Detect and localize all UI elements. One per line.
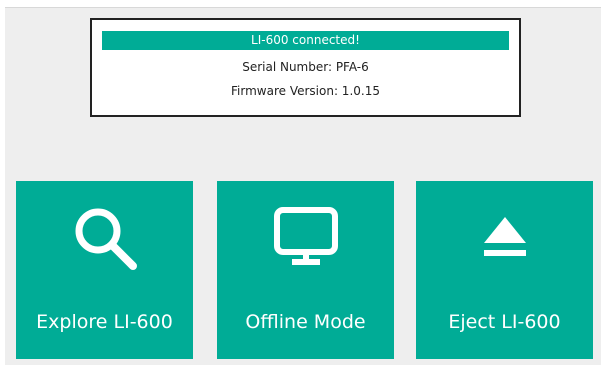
monitor-icon [217,203,394,273]
offline-mode-label: Offline Mode [245,311,366,333]
search-icon [16,203,193,273]
connection-status-banner: LI-600 connected! [102,31,509,50]
serial-number-text: Serial Number: PFA-6 [242,60,369,74]
explore-li600-button[interactable]: Explore LI-600 [16,181,193,359]
offline-mode-button[interactable]: Offline Mode [217,181,394,359]
eject-li600-button[interactable]: Eject LI-600 [416,181,593,359]
device-status-panel: LI-600 connected! Serial Number: PFA-6 F… [90,18,521,117]
eject-li600-label: Eject LI-600 [448,311,561,333]
eject-icon [416,203,593,273]
firmware-version-text: Firmware Version: 1.0.15 [231,84,380,98]
explore-li600-label: Explore LI-600 [36,311,173,333]
window-top-edge [5,0,601,8]
